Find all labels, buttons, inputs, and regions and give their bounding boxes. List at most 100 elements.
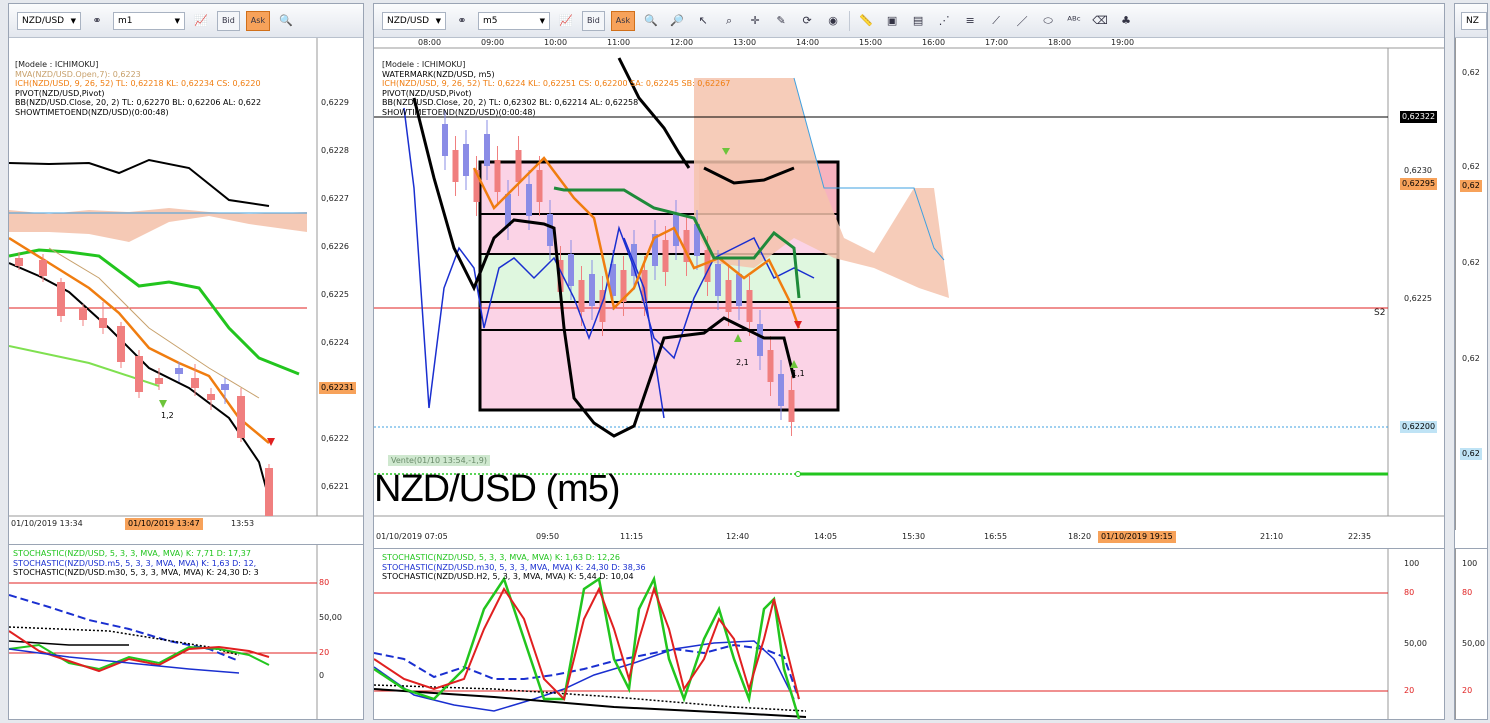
right-price-tick: 0,62: [1462, 354, 1480, 363]
candle-body: [515, 150, 522, 182]
left-current-price-box: 0,62231: [319, 382, 357, 394]
right-price-tick: 0,62: [1462, 162, 1480, 171]
crosshair-icon[interactable]: ✛: [745, 11, 765, 31]
left-time-box: 01/10/2019 13:47: [125, 518, 203, 530]
refresh-icon[interactable]: ⟳: [797, 11, 817, 31]
ask-button[interactable]: Ask: [245, 10, 271, 31]
main-bottom-time-tick: 22:35: [1348, 532, 1372, 541]
chart-type-icon[interactable]: 📈: [191, 11, 211, 31]
left-legend-line: SHOWTIMETOEND(NZD/USD)(0:00:48): [15, 107, 169, 117]
main-symbol-select[interactable]: NZD/USD ▼: [382, 11, 446, 30]
left-symbol-label: NZD/USD: [22, 15, 65, 26]
left-price-tick: 0,6228: [321, 146, 349, 155]
candle-body: [578, 280, 585, 312]
left-timeframe-label: m1: [118, 15, 133, 26]
left-chart-window: NZD/USD ▼ ⚭ m1 ▼ 📈 Bid Ask 🔍 1,2 [Modele :…: [8, 3, 364, 720]
candle-body: [135, 356, 143, 392]
main-stoch-legend-line: STOCHASTIC(NZD/USD.H2, 5, 3, 3, MVA, MVA…: [382, 572, 634, 582]
vente-order-label: Vente(01/10 13:54,-1,9): [388, 455, 490, 466]
candle-body: [39, 260, 47, 276]
main-top-time-tick: 14:00: [796, 38, 820, 47]
lines-icon[interactable]: ≡: [960, 11, 980, 31]
zoom-out-icon[interactable]: 🔎: [667, 11, 687, 31]
right-symbol-label: NZ: [1466, 15, 1479, 26]
candle-body: [767, 350, 774, 382]
candle-body: [788, 390, 795, 422]
left-toolbar: NZD/USD ▼ ⚭ m1 ▼ 📈 Bid Ask 🔍: [9, 4, 363, 38]
left-time-tick: 01/10/2019 13:34: [11, 519, 83, 528]
left-stoch-legend: STOCHASTIC(NZD/USD, 5, 3, 3, MVA, MVA) K…: [13, 549, 259, 578]
main-price-chart[interactable]: 2,1 1,1 08:00 09:00 10:00 11:00 12:00 13:00 14…: [374, 38, 1444, 543]
main-stoch-tick: 80: [1404, 588, 1415, 597]
candle-body: [662, 240, 669, 272]
left-symbol-select[interactable]: NZD/USD ▼: [17, 11, 81, 30]
candle-body: [463, 144, 469, 176]
main-indicator-legend: [Modele : ICHIMOKU] WATERMARK(NZD/USD, m…: [382, 60, 730, 118]
left-price-tick: 0,6227: [321, 194, 349, 203]
bid-button[interactable]: Bid: [582, 10, 605, 31]
candle-body: [715, 264, 721, 296]
text-icon[interactable]: ᴬᴮᶜ: [1064, 11, 1084, 31]
link-icon[interactable]: ⚭: [452, 11, 472, 31]
right-stoch-tick: 20: [1462, 686, 1473, 695]
eraser-icon[interactable]: ⌫: [1090, 11, 1110, 31]
left-price-tick: 0,6221: [321, 482, 349, 491]
ellipse-icon[interactable]: ⬭: [1038, 11, 1058, 31]
right-price-tick: 0,62: [1462, 68, 1480, 77]
main-s2-label: S2: [1374, 308, 1386, 318]
main-timeframe-label: m5: [483, 15, 498, 26]
zoom-icon[interactable]: 🔍: [276, 11, 296, 31]
candle-body: [494, 160, 501, 192]
screenshot-icon[interactable]: ▤: [908, 11, 928, 31]
left-price-tick: 0,6222: [321, 434, 349, 443]
left-timeframe-select[interactable]: m1 ▼: [113, 11, 185, 30]
bid-button[interactable]: Bid: [217, 10, 240, 31]
main-stochastic-chart[interactable]: STOCHASTIC(NZD/USD, 5, 3, 3, MVA, MVA) K…: [374, 548, 1444, 719]
right-symbol-select[interactable]: NZ: [1461, 11, 1487, 30]
trendline-icon[interactable]: ／: [1012, 11, 1032, 31]
main-stoch-tick: 50,00: [1404, 639, 1427, 648]
edit-icon[interactable]: ✎: [771, 11, 791, 31]
image-icon[interactable]: ▣: [882, 11, 902, 31]
candle-body: [757, 324, 763, 356]
candle-body: [265, 468, 273, 516]
main-stoch-tick: 20: [1404, 686, 1415, 695]
main-price-tick: 0,6230: [1404, 166, 1432, 175]
chart-type-icon[interactable]: 📈: [556, 11, 576, 31]
link-icon[interactable]: ⚭: [87, 11, 107, 31]
globe-icon[interactable]: ◉: [823, 11, 843, 31]
main-toolbar: NZD/USD ▼ ⚭ m5 ▼ 📈 Bid Ask 🔍 🔎 ↖ ⌕ ✛ ✎ ⟳ ◉…: [374, 4, 1444, 38]
main-top-time-tick: 10:00: [544, 38, 568, 47]
candle-body: [452, 150, 459, 182]
candle-body: [15, 258, 23, 266]
left-legend-line: BB(NZD/USD.Close, 20, 2) TL: 0,62270 BL:…: [15, 98, 262, 108]
main-timeframe-select[interactable]: m5 ▼: [478, 11, 550, 30]
zoom-in-icon[interactable]: 🔍: [641, 11, 661, 31]
main-bottom-time-tick: 09:50: [536, 532, 560, 541]
main-stoch-legend-line: STOCHASTIC(NZD/USD.m30, 5, 3, 3, MVA, MV…: [382, 562, 646, 572]
chevron-down-icon: ▼: [435, 16, 441, 25]
main-marker-label: 2,1: [736, 358, 749, 367]
fan-icon[interactable]: ⟋: [986, 11, 1006, 31]
ask-button[interactable]: Ask: [610, 10, 636, 31]
left-price-chart[interactable]: 1,2 [Modele : ICHIMOKU] MVA(NZD/USD.Open…: [9, 38, 363, 530]
cursor-icon[interactable]: ↖: [693, 11, 713, 31]
candle-body: [207, 394, 215, 400]
main-bottom-time-tick: 21:10: [1260, 532, 1284, 541]
left-price-tick: 0,6225: [321, 290, 349, 299]
chevron-down-icon: ▼: [539, 16, 545, 25]
fibonacci-icon[interactable]: ⋰: [934, 11, 954, 31]
main-bottom-time-tick: 11:15: [620, 532, 644, 541]
left-price-tick: 0,6224: [321, 338, 349, 347]
main-top-time-tick: 09:00: [481, 38, 505, 47]
left-stochastic-chart[interactable]: STOCHASTIC(NZD/USD, 5, 3, 3, MVA, MVA) K…: [9, 544, 363, 719]
candle-body: [589, 274, 595, 306]
left-legend-line: PIVOT(NZD/USD,Pivot): [15, 88, 105, 98]
right-stochastic-chart[interactable]: 100 80 50,00 20: [1455, 548, 1487, 719]
magnifier-icon[interactable]: ⌕: [719, 11, 739, 31]
ruler-icon[interactable]: 📏: [856, 11, 876, 31]
tree-icon[interactable]: ♣: [1116, 11, 1136, 31]
main-price-tick: 0,6225: [1404, 294, 1432, 303]
right-price-chart[interactable]: 0,62 0,62 0,62 0,62 0,62 0,62: [1455, 38, 1487, 530]
chevron-down-icon: ▼: [70, 16, 76, 25]
